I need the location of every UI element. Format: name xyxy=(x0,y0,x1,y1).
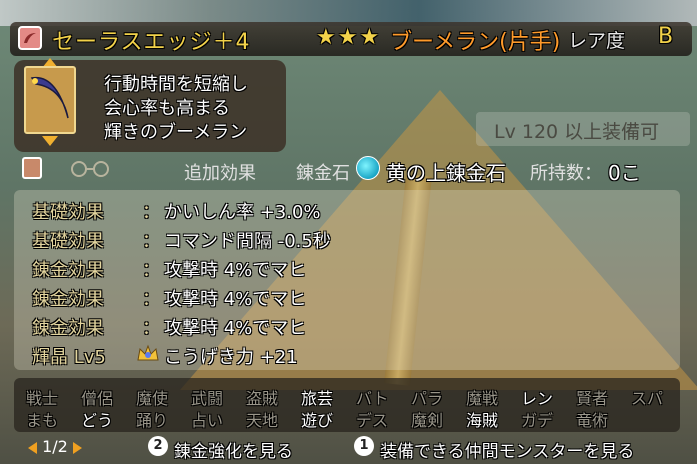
description-line-1: 行動時間を短縮し xyxy=(104,74,248,95)
effect-colon: ： xyxy=(142,260,160,281)
job-label: 僧侶 xyxy=(81,389,114,408)
job-label: 武闘 xyxy=(191,389,224,408)
weapon-image xyxy=(24,66,76,134)
effect-label: 錬金効果 xyxy=(32,318,104,339)
item-name: セーラスエッジ＋4 xyxy=(52,30,251,55)
alchemy-stone-name: 黄の上錬金石 xyxy=(386,161,506,185)
alchemy-stone-label: 錬金石 xyxy=(296,163,350,184)
extra-effect-label: 追加効果 xyxy=(184,163,256,184)
alchemy-upgrade-button[interactable]: 錬金強化を見る xyxy=(174,437,293,462)
effect-colon: ： xyxy=(142,231,160,252)
glasses-icon[interactable] xyxy=(68,160,112,178)
level-requirement: Lv 120 以上装備可 xyxy=(494,121,660,143)
effect-value: コマンド間隔 -0.5秒 xyxy=(164,231,331,252)
job-label: 天地 xyxy=(246,411,279,430)
rarity-value: B xyxy=(658,24,674,49)
job-label: 魔使 xyxy=(136,389,169,408)
weapon-type: ブーメラン(片手) xyxy=(390,30,561,55)
job-label: レン xyxy=(521,389,554,408)
job-label: 魔剣 xyxy=(411,411,444,430)
crystal-crown-icon xyxy=(137,344,159,361)
button-2-icon[interactable]: 2 xyxy=(148,436,168,456)
button-1-icon[interactable]: 1 xyxy=(354,436,374,456)
effect-label: 基礎効果 xyxy=(32,202,104,223)
effect-label: 輝晶 Lv5 xyxy=(32,347,106,368)
view-ally-monsters-button[interactable]: 装備できる仲間モンスターを見る xyxy=(380,437,634,462)
owned-count-value: 0こ xyxy=(608,161,641,185)
page-indicator[interactable]: 1/2 xyxy=(28,437,82,456)
page-prev-arrow-icon[interactable] xyxy=(28,441,37,454)
boomerang-icon xyxy=(30,76,69,119)
description-line-3: 輝きのブーメラン xyxy=(104,122,248,143)
description-line-2: 会心率も高まる xyxy=(104,98,230,119)
job-label: 海賊 xyxy=(466,411,499,430)
effect-label: 基礎効果 xyxy=(32,231,104,252)
job-label: ガデ xyxy=(521,411,554,430)
effect-colon: ： xyxy=(142,202,160,223)
effect-value: かいしん率 +3.0% xyxy=(164,202,321,223)
owned-count-label: 所持数： xyxy=(530,163,602,184)
rarity-label: レア度 xyxy=(568,30,626,52)
page-next-arrow-icon[interactable] xyxy=(72,441,82,454)
page-number: 1/2 xyxy=(42,437,68,456)
effect-value: こうげき力 +21 xyxy=(164,347,298,368)
job-label: 占い xyxy=(191,411,224,430)
effect-value: 攻撃時 4%でマヒ xyxy=(164,318,307,339)
job-label: 遊び xyxy=(301,411,334,430)
job-label: まも xyxy=(26,411,59,430)
job-label: パラ xyxy=(411,389,444,408)
rarity-stars: ★★★ xyxy=(316,25,382,50)
alchemy-stone-icon xyxy=(356,156,380,180)
job-label: 旅芸 xyxy=(301,389,334,408)
boomerang-category-icon xyxy=(18,26,42,50)
job-label: 賢者 xyxy=(576,389,609,408)
job-label: 踊り xyxy=(136,411,169,430)
job-label: 魔戦 xyxy=(466,389,499,408)
scroll-down-arrow-icon[interactable] xyxy=(42,136,58,146)
job-label: どう xyxy=(81,411,114,430)
job-label: 戦士 xyxy=(26,389,59,408)
effect-label: 錬金効果 xyxy=(32,289,104,310)
job-label: デス xyxy=(356,411,389,430)
effect-value: 攻撃時 4%でマヒ xyxy=(164,289,307,310)
effects-panel xyxy=(14,190,680,370)
job-label: スパ xyxy=(631,389,664,408)
book-icon[interactable] xyxy=(22,157,42,179)
effect-colon: ： xyxy=(142,289,160,310)
job-label: バト xyxy=(356,389,389,408)
job-label: 竜術 xyxy=(576,411,609,430)
effect-label: 錬金効果 xyxy=(32,260,104,281)
job-label: 盗賊 xyxy=(246,389,279,408)
effect-colon: ： xyxy=(142,318,160,339)
effect-value: 攻撃時 4%でマヒ xyxy=(164,260,307,281)
